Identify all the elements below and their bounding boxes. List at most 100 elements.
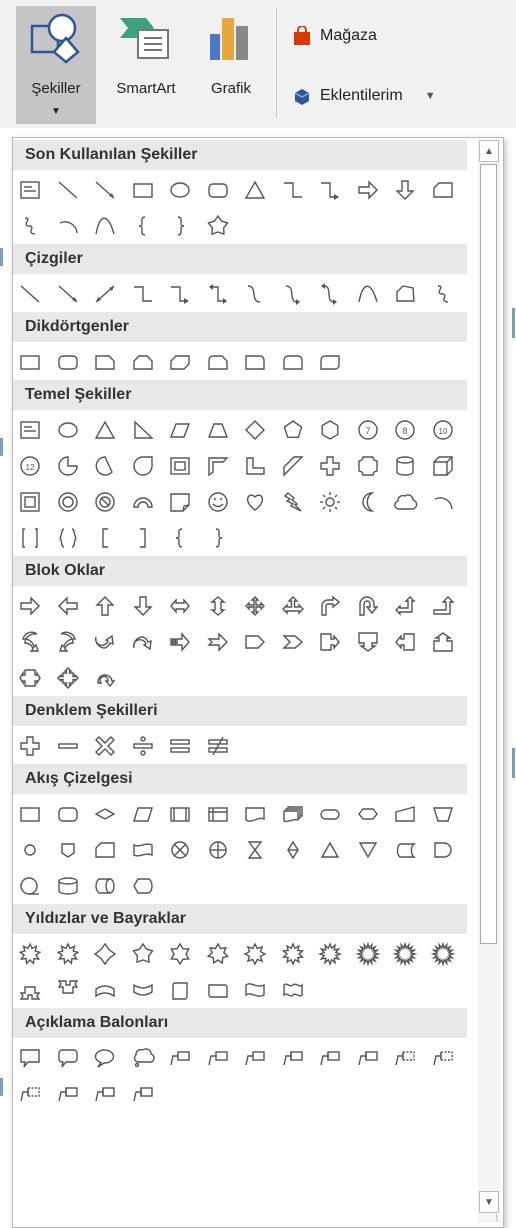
shape-left-up-arrow[interactable]: [392, 588, 418, 624]
shape-quad-arrow[interactable]: [242, 588, 268, 624]
shape-line-callout-1-accent[interactable]: [280, 1040, 306, 1076]
shape-half-frame[interactable]: [205, 448, 231, 484]
shape-terminator[interactable]: [317, 796, 343, 832]
shape-curved-arrow-connector[interactable]: [280, 276, 306, 312]
shape-bevel[interactable]: [17, 484, 43, 520]
shape-internal-storage[interactable]: [205, 796, 231, 832]
shape-snip-diagonal[interactable]: [167, 344, 193, 380]
shape-sun[interactable]: [317, 484, 343, 520]
shape-can[interactable]: [392, 448, 418, 484]
shape-right-arrow[interactable]: [355, 172, 381, 208]
shape-heptagon[interactable]: 7: [355, 412, 381, 448]
shape-left-arrow-callout[interactable]: [392, 624, 418, 660]
shape-l-shape[interactable]: [242, 448, 268, 484]
shape-line-callout-3-accent[interactable]: [355, 1040, 381, 1076]
shape-delay[interactable]: [430, 832, 456, 868]
shape-rounded-callout[interactable]: [55, 1040, 81, 1076]
shape-display[interactable]: [130, 868, 156, 904]
shape-down-arrow-callout[interactable]: [355, 624, 381, 660]
shape-plaque[interactable]: [355, 448, 381, 484]
shape-stored-data[interactable]: [392, 832, 418, 868]
shape-collate[interactable]: [242, 832, 268, 868]
shape-curve[interactable]: [355, 276, 381, 312]
shape-right-brace[interactable]: [167, 208, 193, 244]
shape-oval[interactable]: [167, 172, 193, 208]
shape-isosceles-triangle[interactable]: [92, 412, 118, 448]
shape-off-page-connector[interactable]: [55, 832, 81, 868]
shape-cloud-callout[interactable]: [130, 1040, 156, 1076]
shape-circular-arrow[interactable]: [92, 660, 118, 696]
shape-arrow-line[interactable]: [92, 172, 118, 208]
shape-rectangle[interactable]: [130, 172, 156, 208]
shape-ribbon-up[interactable]: [17, 972, 43, 1008]
shape-wave[interactable]: [242, 972, 268, 1008]
shape-diagonal-stripe[interactable]: [280, 448, 306, 484]
shape-data[interactable]: [130, 796, 156, 832]
shape-star-5[interactable]: [130, 936, 156, 972]
shape-moon[interactable]: [355, 484, 381, 520]
shapes-button[interactable]: Şekiller ▼: [16, 6, 96, 124]
shape-right-bracket[interactable]: [130, 520, 156, 556]
shape-summing-junction[interactable]: [167, 832, 193, 868]
shape-horizontal-scroll[interactable]: [205, 972, 231, 1008]
shape-down-arrow[interactable]: [130, 588, 156, 624]
shape-preparation[interactable]: [355, 796, 381, 832]
shape-elbow-double-arrow[interactable]: [205, 276, 231, 312]
chart-button[interactable]: Grafik: [196, 6, 266, 106]
shape-curved-ribbon-down[interactable]: [130, 972, 156, 1008]
shape-curved-left-arrow[interactable]: [55, 624, 81, 660]
shape-rectangle[interactable]: [17, 344, 43, 380]
shape-curved-up-arrow[interactable]: [92, 624, 118, 660]
shape-line-callout-1-noborder[interactable]: [392, 1040, 418, 1076]
shape-document[interactable]: [242, 796, 268, 832]
shape-down-arrow[interactable]: [392, 172, 418, 208]
store-button[interactable]: Mağaza: [292, 26, 377, 46]
shape-up-arrow-callout[interactable]: [430, 624, 456, 660]
shape-parallelogram[interactable]: [167, 412, 193, 448]
gallery-scrollbar[interactable]: ▲ ▼ ⁞: [478, 140, 500, 1223]
shape-minus[interactable]: [55, 728, 81, 764]
shape-line-callout-1-border[interactable]: [55, 1076, 81, 1112]
shape-left-arrow[interactable]: [55, 588, 81, 624]
shape-merge[interactable]: [355, 832, 381, 868]
shape-oval[interactable]: [55, 412, 81, 448]
shape-decision[interactable]: [92, 796, 118, 832]
shape-star-6[interactable]: [167, 936, 193, 972]
shape-right-arrow[interactable]: [17, 588, 43, 624]
shape-multiply[interactable]: [92, 728, 118, 764]
shape-right-arrow-callout[interactable]: [317, 624, 343, 660]
shape-division[interactable]: [130, 728, 156, 764]
shape-rounded-rectangle[interactable]: [205, 172, 231, 208]
shape-teardrop[interactable]: [130, 448, 156, 484]
shape-hexagon[interactable]: [317, 412, 343, 448]
shape-alternate-process[interactable]: [55, 796, 81, 832]
shape-notched-right-arrow[interactable]: [205, 624, 231, 660]
shape-star-24[interactable]: [392, 936, 418, 972]
shape-round-same-side[interactable]: [280, 344, 306, 380]
shape-chord[interactable]: [92, 448, 118, 484]
shape-sequential-access[interactable]: [17, 868, 43, 904]
shape-oval-callout[interactable]: [92, 1040, 118, 1076]
shape-line[interactable]: [17, 276, 43, 312]
shape-cube[interactable]: [430, 448, 456, 484]
shape-card[interactable]: [92, 832, 118, 868]
shape-left-right-up-arrow[interactable]: [280, 588, 306, 624]
shape-multidocument[interactable]: [280, 796, 306, 832]
shape-direct-access[interactable]: [92, 868, 118, 904]
shape-block-arc[interactable]: [130, 484, 156, 520]
shape-chevron[interactable]: [280, 624, 306, 660]
shape-left-right-arrow[interactable]: [167, 588, 193, 624]
shape-curved-connector[interactable]: [242, 276, 268, 312]
shape-freeform-scribble[interactable]: [430, 276, 456, 312]
shape-star-10[interactable]: [280, 936, 306, 972]
shape-elbow-arrow-connector[interactable]: [317, 172, 343, 208]
shape-line-callout-2-accent[interactable]: [317, 1040, 343, 1076]
shape-explosion-2[interactable]: [55, 936, 81, 972]
shape-magnetic-disk[interactable]: [55, 868, 81, 904]
shape-vertical-scroll[interactable]: [167, 972, 193, 1008]
shape-star-7[interactable]: [205, 936, 231, 972]
shape-round-single-corner[interactable]: [242, 344, 268, 380]
shape-left-bracket[interactable]: [92, 520, 118, 556]
shape-curve[interactable]: [92, 208, 118, 244]
shape-bent-up-arrow[interactable]: [430, 588, 456, 624]
